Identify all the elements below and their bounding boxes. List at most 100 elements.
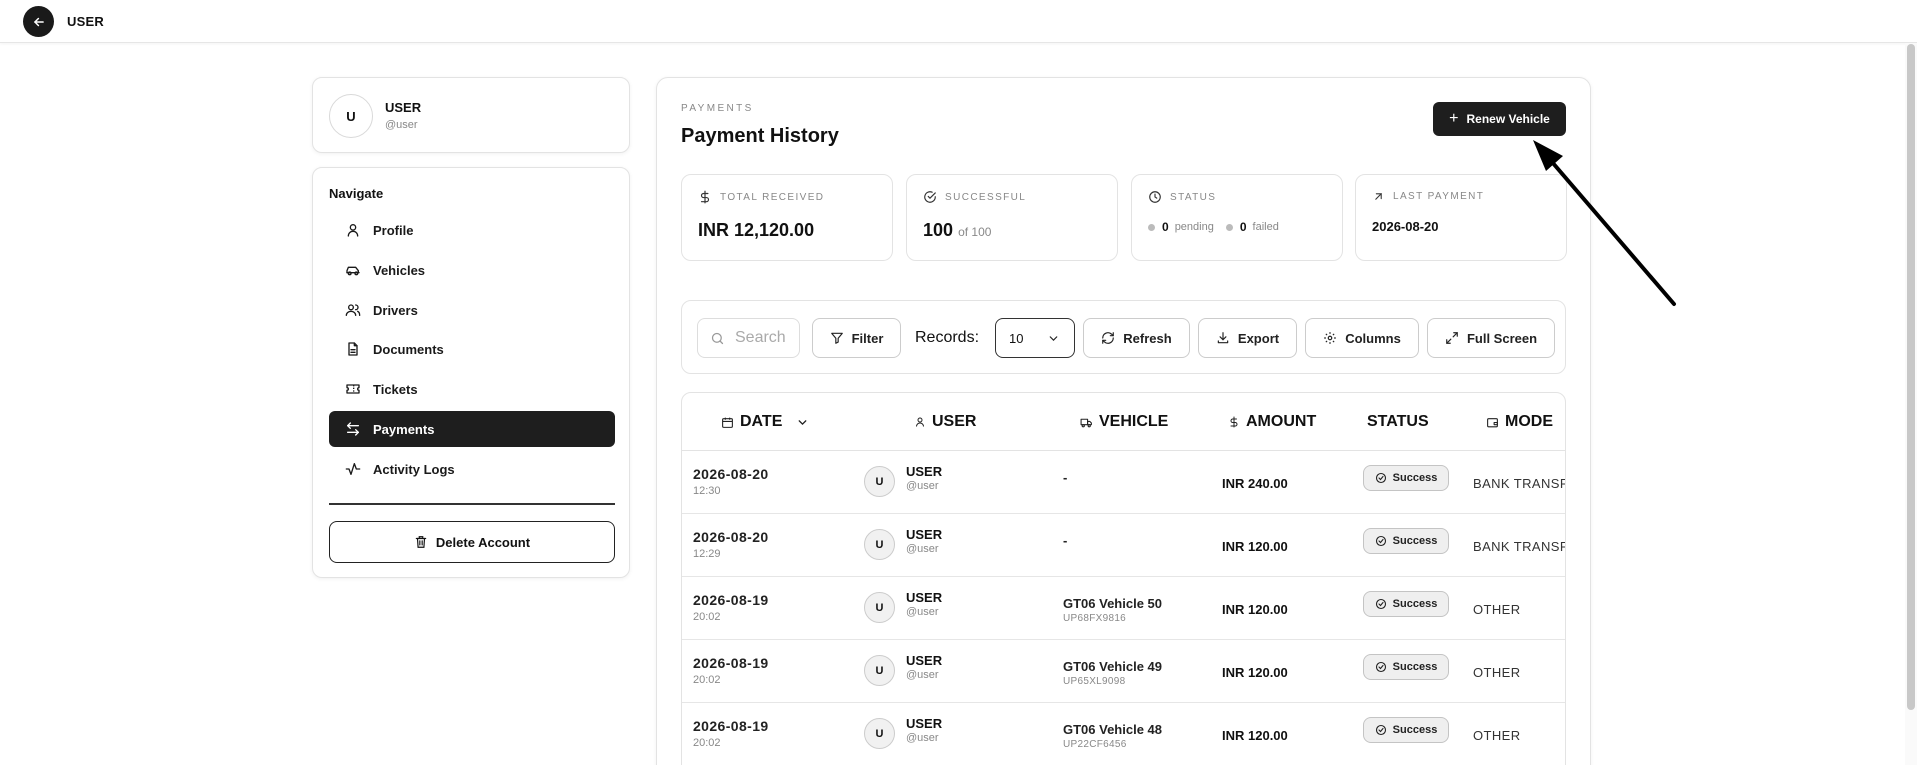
table-row[interactable]: 2026-08-20 12:29 U USER @user - INR 120.00… xyxy=(682,514,1565,577)
column-header-amount[interactable]: AMOUNT xyxy=(1228,413,1316,431)
column-label: STATUS xyxy=(1367,413,1429,430)
columns-label: Columns xyxy=(1345,330,1401,346)
payment-history-panel: PAYMENTS Payment History + Renew Vehicle… xyxy=(656,77,1591,765)
document-icon xyxy=(345,341,361,357)
payment-time: 12:29 xyxy=(693,548,721,560)
amount-cell: INR 120.00 xyxy=(1222,602,1288,617)
sidebar-item-vehicles[interactable]: Vehicles xyxy=(329,252,615,288)
gear-icon xyxy=(1323,331,1337,345)
check-circle-icon xyxy=(1375,661,1387,673)
sidebar-item-activity-logs[interactable]: Activity Logs xyxy=(329,451,615,487)
arrow-left-icon xyxy=(33,17,44,26)
status-counts: 0 pending 0 failed xyxy=(1148,220,1291,234)
vehicle-cell: GT06 Vehicle 48 UP22CF6456 xyxy=(1063,722,1162,750)
search-box[interactable] xyxy=(697,318,800,358)
records-select[interactable]: 10 xyxy=(995,318,1075,358)
filter-label: Filter xyxy=(851,330,884,346)
status-badge: Success xyxy=(1363,465,1449,491)
sidebar-item-label: Drivers xyxy=(373,302,418,318)
page-title: Payment History xyxy=(681,125,839,147)
user-name: USER xyxy=(906,653,943,668)
amount-cell: INR 120.00 xyxy=(1222,728,1288,743)
table-row[interactable]: 2026-08-20 12:30 U USER @user - INR 240.00… xyxy=(682,451,1565,514)
column-header-mode[interactable]: MODE xyxy=(1486,413,1553,431)
status-label: Success xyxy=(1392,472,1438,484)
avatar: U xyxy=(329,94,373,138)
column-header-user[interactable]: USER xyxy=(914,413,976,431)
column-header-status[interactable]: STATUS xyxy=(1367,413,1429,431)
filter-button[interactable]: Filter xyxy=(812,318,901,358)
full-screen-label: Full Screen xyxy=(1466,330,1538,346)
payment-time: 20:02 xyxy=(693,737,721,749)
sidebar-item-label: Profile xyxy=(373,222,414,238)
amount-cell: INR 240.00 xyxy=(1222,476,1288,491)
vehicle-plate: UP22CF6456 xyxy=(1063,739,1127,750)
table-row[interactable]: 2026-08-19 20:02 U USER @user GT06 Vehicle… xyxy=(682,640,1565,703)
stat-label: TOTAL RECEIVED xyxy=(720,191,825,203)
refresh-button[interactable]: Refresh xyxy=(1083,318,1190,358)
full-screen-button[interactable]: Full Screen xyxy=(1427,318,1555,358)
sidebar-item-tickets[interactable]: Tickets xyxy=(329,371,615,407)
sidebar-item-label: Tickets xyxy=(373,381,418,397)
date-cell: 2026-08-20 12:30 xyxy=(693,466,769,497)
sidebar-item-label: Documents xyxy=(373,341,444,357)
records-value: 10 xyxy=(1009,330,1024,346)
delete-account-button[interactable]: Delete Account xyxy=(329,521,615,563)
date-cell: 2026-08-19 20:02 xyxy=(693,718,769,749)
car-icon xyxy=(345,262,361,278)
vehicle-cell: GT06 Vehicle 49 UP65XL9098 xyxy=(1063,659,1162,687)
dollar-icon xyxy=(698,190,712,204)
chevron-down-icon[interactable] xyxy=(796,416,809,429)
export-button[interactable]: Export xyxy=(1198,318,1297,358)
mode-cell: BANK TRANSFER xyxy=(1473,539,1565,554)
mode-cell: OTHER xyxy=(1473,602,1521,617)
amount-cell: INR 120.00 xyxy=(1222,539,1288,554)
columns-button[interactable]: Columns xyxy=(1305,318,1419,358)
ticket-icon xyxy=(345,381,361,397)
scrollbar-thumb[interactable] xyxy=(1907,44,1915,710)
navigation-panel: Navigate Profile Vehicles Drivers Docume… xyxy=(312,167,630,578)
user-handle: @user xyxy=(906,606,939,618)
status-badge: Success xyxy=(1363,591,1449,617)
sidebar-item-payments[interactable]: Payments xyxy=(329,411,615,447)
status-badge: Success xyxy=(1363,528,1449,554)
user-handle: @user xyxy=(385,119,418,131)
sidebar-item-profile[interactable]: Profile xyxy=(329,212,615,248)
status-label: Success xyxy=(1392,661,1438,673)
payment-date: 2026-08-20 xyxy=(693,529,769,545)
successful-count: 100 xyxy=(923,220,954,240)
arrow-up-right-icon xyxy=(1372,190,1385,203)
stat-value: INR 12,120.00 xyxy=(698,220,815,240)
user-cell: USER @user xyxy=(906,464,942,492)
failed-label: failed xyxy=(1252,221,1279,233)
pending-count: 0 xyxy=(1162,220,1169,234)
table-toolbar: Filter Records: 10 Refresh Export Column… xyxy=(681,300,1566,374)
topbar-title: USER xyxy=(67,14,104,29)
payments-table: DATE USER VEHICLE AMOUNT STATUS MODE 202… xyxy=(681,392,1566,765)
check-circle-icon xyxy=(1375,535,1387,547)
user-cell: USER @user xyxy=(906,527,942,555)
search-input[interactable] xyxy=(735,329,793,347)
failed-count: 0 xyxy=(1239,220,1247,234)
payment-time: 12:30 xyxy=(693,485,721,497)
column-header-vehicle[interactable]: VEHICLE xyxy=(1080,413,1168,431)
user-card: U USER @user xyxy=(312,77,630,153)
table-row[interactable]: 2026-08-19 20:02 U USER @user GT06 Vehicle… xyxy=(682,703,1565,765)
column-label: USER xyxy=(932,413,977,430)
sidebar-item-documents[interactable]: Documents xyxy=(329,331,615,367)
sidebar-item-drivers[interactable]: Drivers xyxy=(329,292,615,328)
activity-icon xyxy=(345,461,361,477)
column-label: MODE xyxy=(1505,413,1553,430)
user-name: USER xyxy=(385,100,422,115)
mode-cell: OTHER xyxy=(1473,665,1521,680)
back-button[interactable] xyxy=(23,6,54,37)
stat-successful: SUCCESSFUL 100 of 100 xyxy=(906,174,1118,261)
column-header-date[interactable]: DATE xyxy=(721,413,809,431)
date-cell: 2026-08-20 12:29 xyxy=(693,529,769,560)
vehicle-name: - xyxy=(1063,470,1068,485)
user-name: USER xyxy=(906,527,943,542)
table-row[interactable]: 2026-08-19 20:02 U USER @user GT06 Vehicle… xyxy=(682,577,1565,640)
stat-label: STATUS xyxy=(1170,191,1217,203)
pending-label: pending xyxy=(1174,221,1214,233)
delete-account-label: Delete Account xyxy=(435,534,531,550)
